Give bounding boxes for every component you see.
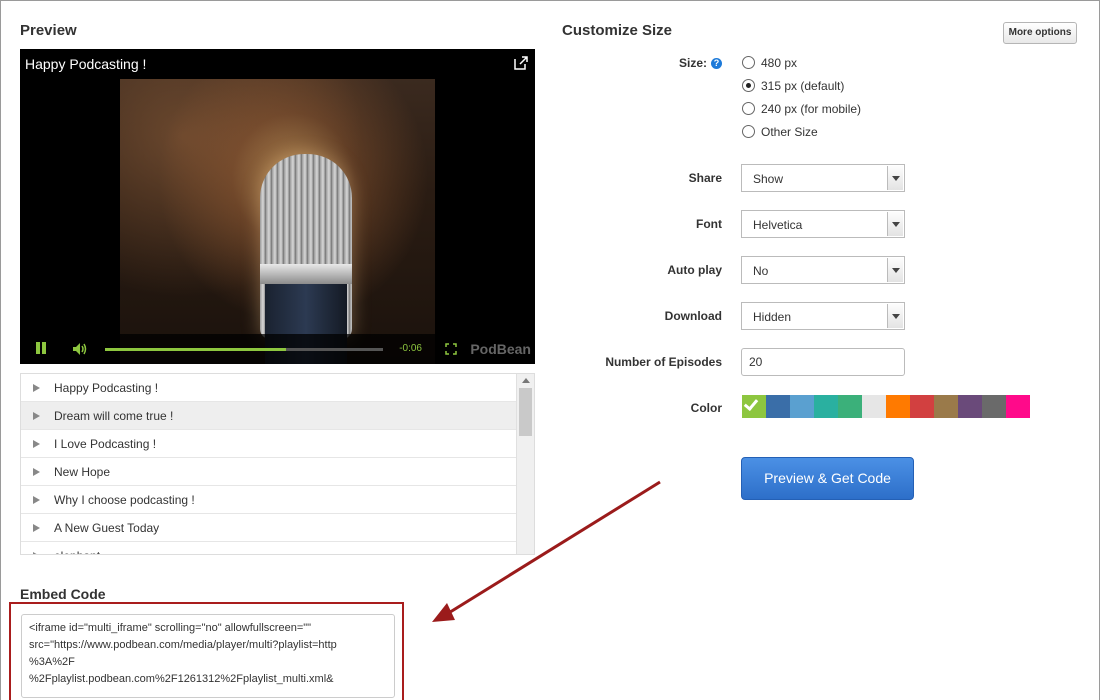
size-option-label: 240 px (for mobile) [761,102,862,116]
embed-code-line: %3A%2F [29,656,75,668]
episode-list-item[interactable]: I Love Podcasting ! [21,430,517,458]
episode-title: elephant [54,549,100,554]
episode-title: I Love Podcasting ! [54,437,157,451]
episodes-count-input[interactable]: 20 [741,348,905,376]
episode-title: Dream will come true ! [54,409,174,423]
size-option-label: Other Size [761,125,818,139]
color-swatch[interactable] [1006,395,1030,418]
color-swatch[interactable] [742,395,766,418]
player-title: Happy Podcasting ! [25,56,147,72]
size-option[interactable]: Other Size [742,125,818,139]
play-arrow-icon [33,384,40,392]
share-label: Share [688,171,722,185]
color-swatch[interactable] [958,395,982,418]
embed-code-line: <iframe id="multi_iframe" scrolling="no"… [29,622,312,634]
download-select[interactable]: Hidden [741,302,905,330]
progress-bar[interactable] [105,348,383,351]
share-select[interactable]: Show [741,164,905,192]
play-arrow-icon [33,524,40,532]
embed-code-heading: Embed Code [20,586,106,602]
size-option-label: 315 px (default) [761,79,845,93]
player-controls: -0:06 PodBean [20,334,535,364]
episode-items: Happy Podcasting ! Dream will come true !… [21,374,517,554]
episode-title: Why I choose podcasting ! [54,493,195,507]
radio-button[interactable] [742,125,755,138]
play-arrow-icon [33,552,40,554]
embed-code-line: %2Fplaylist.podbean.com%2F1261312%2Fplay… [29,673,334,685]
time-remaining: -0:06 [399,343,422,354]
play-arrow-icon [33,496,40,504]
preview-heading: Preview [20,22,77,39]
episode-list-item[interactable]: Happy Podcasting ! [21,374,517,402]
episode-list-item[interactable]: Why I choose podcasting ! [21,486,517,514]
embed-code-textarea[interactable]: <iframe id="multi_iframe" scrolling="no"… [21,614,395,698]
color-swatch[interactable] [886,395,910,418]
size-option-label: 480 px [761,56,798,70]
radio-button[interactable] [742,102,755,115]
chevron-down-icon [887,258,903,282]
help-icon[interactable]: ? [711,58,722,69]
color-label: Color [690,401,722,415]
color-swatch[interactable] [838,395,862,418]
autoplay-label: Auto play [667,263,722,277]
font-label: Font [696,217,722,231]
episode-artwork [120,79,435,364]
play-arrow-icon [33,440,40,448]
radio-button[interactable] [742,79,755,92]
fullscreen-icon[interactable] [445,343,457,355]
download-label: Download [664,309,722,323]
episode-title: Happy Podcasting ! [54,381,159,395]
size-option[interactable]: 480 px [742,56,797,70]
scrollbar[interactable] [516,374,534,554]
color-swatch[interactable] [934,395,958,418]
color-swatches [742,395,1030,418]
episode-list: Happy Podcasting ! Dream will come true !… [20,373,535,555]
color-swatch[interactable] [766,395,790,418]
volume-icon[interactable] [72,342,88,356]
font-select[interactable]: Helvetica [741,210,905,238]
embed-code-line: src="https://www.podbean.com/media/playe… [29,639,337,651]
episode-title: New Hope [54,465,111,479]
episode-list-item[interactable]: New Hope [21,458,517,486]
customize-size-heading: Customize Size [562,22,673,39]
color-swatch[interactable] [814,395,838,418]
play-arrow-icon [33,412,40,420]
episode-list-item[interactable]: elephant [21,542,517,554]
chevron-down-icon [887,212,903,236]
pause-icon[interactable] [35,342,47,354]
size-option[interactable]: 240 px (for mobile) [742,102,861,116]
episode-list-item[interactable]: Dream will come true ! [21,402,517,430]
radio-button[interactable] [742,56,755,69]
color-swatch[interactable] [910,395,934,418]
episodes-count-label: Number of Episodes [605,355,722,369]
podcast-player: Happy Podcasting ! -0:06 PodBean [20,49,535,364]
podbean-logo: PodBean [470,341,531,357]
play-arrow-icon [33,468,40,476]
preview-get-code-button[interactable]: Preview & Get Code [741,457,914,500]
autoplay-select[interactable]: No [741,256,905,284]
scroll-thumb[interactable] [519,388,532,436]
color-swatch[interactable] [982,395,1006,418]
color-swatch[interactable] [862,395,886,418]
color-swatch[interactable] [790,395,814,418]
size-label: Size:? [679,56,722,70]
chevron-down-icon [887,166,903,190]
progress-fill [105,348,286,351]
more-options-button[interactable]: More options [1003,22,1077,44]
chevron-down-icon [887,304,903,328]
episode-list-item[interactable]: A New Guest Today [21,514,517,542]
share-icon[interactable] [513,55,529,71]
size-option[interactable]: 315 px (default) [742,79,844,93]
embed-highlight-box: <iframe id="multi_iframe" scrolling="no"… [9,602,404,700]
episode-title: A New Guest Today [54,521,160,535]
checkmark-icon [743,395,759,412]
scroll-up-icon[interactable] [522,378,530,383]
